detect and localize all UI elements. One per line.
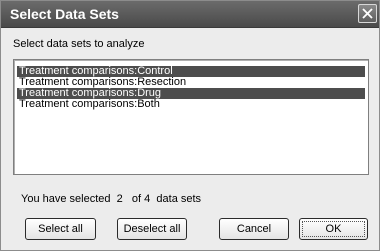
ok-button-label: OK [302,221,365,237]
status-prefix: You have selected [21,193,111,205]
status-of: of [131,193,142,205]
cancel-button[interactable]: Cancel [219,218,289,240]
status-suffix: data sets [156,193,202,205]
dataset-listbox[interactable]: Treatment comparisons:Control Treatment … [13,59,369,175]
window-title: Select Data Sets [10,6,119,22]
select-data-sets-dialog: Select Data Sets Select data sets to ana… [0,0,380,251]
select-all-button[interactable]: Select all [25,218,96,240]
total-count: 4 [144,193,151,205]
ok-button[interactable]: OK [299,218,368,240]
deselect-all-button[interactable]: Deselect all [117,218,187,240]
title-bar[interactable]: Select Data Sets [1,1,379,28]
list-item[interactable]: Treatment comparisons:Both [17,99,365,110]
close-button[interactable] [358,4,377,23]
close-icon [362,8,373,19]
selected-count: 2 [116,193,123,205]
instruction-label: Select data sets to analyze [13,38,145,50]
selection-status: You have selected 2 of 4 data sets [21,193,201,205]
